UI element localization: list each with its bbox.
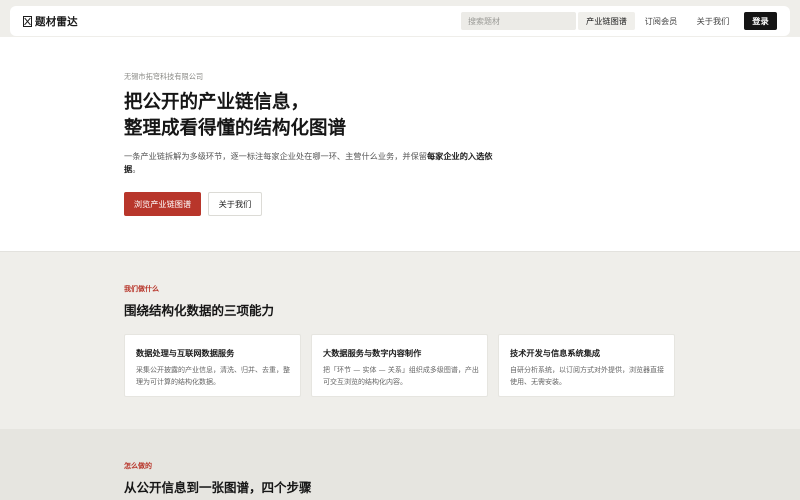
login-button[interactable]: 登录 [744,12,777,30]
hero-title: 把公开的产业链信息， 整理成看得懂的结构化图谱 [124,90,444,142]
card-title: 数据处理与互联网数据服务 [136,348,235,358]
hero-title-line-1: 把公开的产业链信息， [124,92,310,113]
card-title: 技术开发与信息系统集成 [510,348,601,358]
process-section: 怎么做的 从公开信息到一张图谱，四个步骤 [0,429,800,500]
section-eyebrow: 我们做什么 [124,285,159,293]
search-input[interactable] [461,12,576,30]
capabilities-section: 我们做什么 围绕结构化数据的三项能力 数据处理与互联网数据服务 采集公开披露的产… [0,253,800,429]
about-us-button[interactable]: 关于我们 [208,192,262,216]
hero-description: 一条产业链拆解为多级环节，逐一标注每家企业处在哪一环、主营什么业务，并保留每家企… [124,150,499,176]
hero-desc-text: 一条产业链拆解为多级环节，逐一标注每家企业处在哪一环、主营什么业务，并保留 [124,151,427,161]
radar-logo-icon [23,15,32,27]
browse-chain-map-button[interactable]: 浏览产业链图谱 [124,192,201,216]
top-navbar: 题材雷达 产业链图谱 订阅会员 关于我们 登录 [10,6,790,36]
card-description: 把「环节 — 实体 — 关系」组织成多级图谱，产出可交互浏览的结构化内容。 [323,366,479,386]
card-description: 采集公开披露的产业信息，清洗、归并、去重，整理为可计算的结构化数据。 [136,366,290,386]
nav-subscription[interactable]: 订阅会员 [638,12,684,30]
section-title: 从公开信息到一张图谱，四个步骤 [124,480,312,495]
logo[interactable]: 题材雷达 [23,14,78,29]
hero-section: 无锡市拓穹科技有限公司 把公开的产业链信息， 整理成看得懂的结构化图谱 一条产业… [0,37,800,252]
section-title: 围绕结构化数据的三项能力 [124,303,275,318]
capability-card: 技术开发与信息系统集成 自研分析系统，以订阅方式对外提供，浏览器直接使用、无需安… [498,334,675,397]
card-title: 大数据服务与数字内容制作 [323,348,422,358]
capability-card: 数据处理与互联网数据服务 采集公开披露的产业信息，清洗、归并、去重，整理为可计算… [124,334,301,397]
hero-title-line-2: 整理成看得懂的结构化图谱 [124,118,347,139]
capability-card: 大数据服务与数字内容制作 把「环节 — 实体 — 关系」组织成多级图谱，产出可交… [311,334,488,397]
section-eyebrow: 怎么做的 [124,462,152,470]
card-description: 自研分析系统，以订阅方式对外提供，浏览器直接使用、无需安装。 [510,366,664,386]
company-name: 无锡市拓穹科技有限公司 [124,72,204,81]
hero-desc-end: 。 [132,164,141,174]
nav-industry-chain-map[interactable]: 产业链图谱 [578,12,635,30]
nav-about-us[interactable]: 关于我们 [690,12,736,30]
logo-text: 题材雷达 [35,15,78,28]
